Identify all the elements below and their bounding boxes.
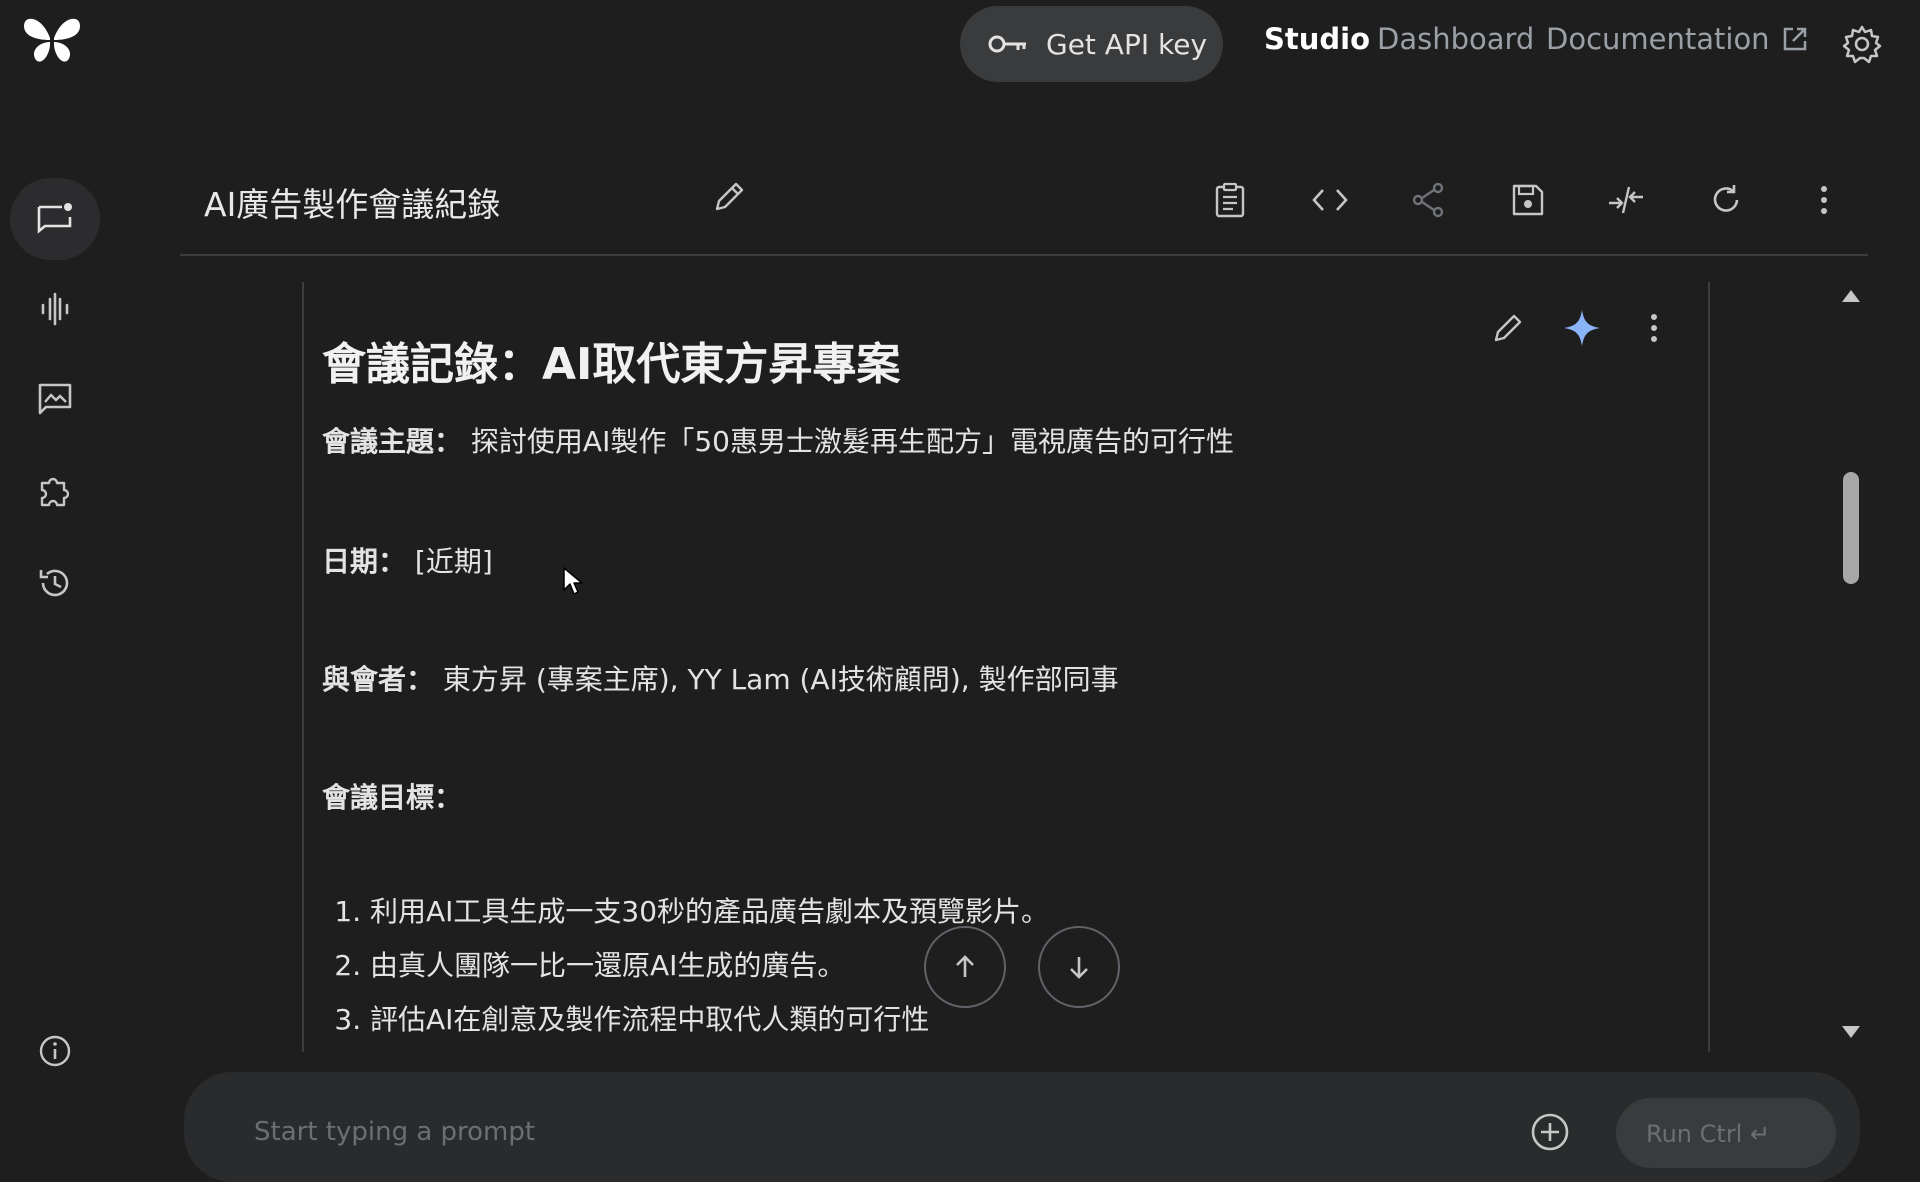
meeting-topic-label: 會議主題： [322,425,463,458]
more-vert-icon [1650,313,1658,343]
meeting-attendees-value: 東方昇 (專案主席), YY Lam (AI技術顧問), 製作部同事 [442,663,1119,696]
key-icon [988,32,1028,56]
get-code-button[interactable] [1308,178,1352,222]
meeting-attendees: 與會者： 東方昇 (專案主席), YY Lam (AI技術顧問), 製作部同事 [322,658,1622,698]
nav-documentation[interactable]: Documentation [1546,22,1808,56]
scrollbar-thumb[interactable] [1843,472,1859,584]
nav-dashboard[interactable]: Dashboard [1377,22,1534,56]
save-disk-icon [1511,183,1545,217]
share-button[interactable] [1406,178,1450,222]
reset-button[interactable] [1704,178,1748,222]
butterfly-logo-icon[interactable] [20,12,84,66]
code-icon [1312,187,1348,213]
chat-icon [36,201,74,237]
scroll-next-button[interactable] [1038,926,1120,1008]
rail-chat[interactable] [10,178,100,260]
rail-media[interactable] [10,358,100,440]
audio-waveform-icon [38,292,72,326]
meeting-topic: 會議主題： 探討使用AI製作「50惠男士激髮再生配方」電視廣告的可行性 [322,420,1622,460]
left-rail [0,140,110,1133]
prompt-input[interactable] [252,1112,1352,1152]
share-icon [1411,182,1445,218]
clipboard-button[interactable] [1208,178,1252,222]
rail-extensions[interactable] [10,450,100,532]
list-item: 利用AI工具生成一支30秒的產品廣告劇本及預覽影片。 [370,890,1622,930]
meeting-date-label: 日期： [322,545,407,578]
settings-gear-icon[interactable] [1842,24,1882,64]
more-options-button[interactable] [1802,178,1846,222]
run-button[interactable]: Run Ctrl ↵ [1616,1098,1836,1168]
nav-documentation-label: Documentation [1546,22,1770,56]
puzzle-piece-icon [37,473,73,509]
meeting-date: 日期： [近期] [322,540,1622,580]
meeting-date-value: [近期] [414,545,493,578]
save-button[interactable] [1506,178,1550,222]
list-item: 評估AI在創意及製作流程中取代人類的可行性 [370,998,1622,1038]
edit-title-pencil-icon[interactable] [712,180,746,214]
refresh-icon [1709,183,1743,217]
get-api-key-label: Get API key [1046,27,1208,61]
image-chat-icon [37,382,73,416]
top-bar: Get API key Studio Dashboard Documentati… [0,0,1920,88]
clipboard-icon [1214,182,1246,218]
scroll-previous-button[interactable] [924,926,1006,1008]
scrollbar-down-arrow-icon[interactable] [1841,1024,1861,1040]
compare-button[interactable] [1604,178,1648,222]
meeting-goals-label: 會議目標： [322,781,463,814]
arrow-down-icon [1066,954,1092,980]
rail-stream[interactable] [10,268,100,350]
response-heading: 會議記錄：AI取代東方昇專案 [322,339,901,390]
info-icon [38,1034,72,1068]
external-link-icon [1782,26,1808,52]
compare-arrows-icon [1607,185,1645,215]
scrollbar-up-arrow-icon[interactable] [1841,288,1861,304]
meeting-topic-value: 探討使用AI製作「50惠男士激髮再生配方」電視廣告的可行性 [470,425,1234,458]
nav-studio[interactable]: Studio [1264,22,1370,56]
mouse-pointer-icon [562,566,584,596]
add-media-icon[interactable] [1530,1112,1570,1152]
page-title: AI廣告製作會議紀錄 [204,185,501,224]
history-icon [37,565,73,601]
chat-content: 會議記錄：AI取代東方昇專案 會議主題： 探討使用AI製作「50惠男士激髮再生配… [302,282,1710,1052]
more-vert-icon [1820,185,1828,215]
meeting-attendees-label: 與會者： [322,663,435,696]
get-api-key-button[interactable]: Get API key [960,6,1223,82]
prompt-title-bar: AI廣告製作會議紀錄 [180,160,1868,256]
prompt-bar: Run Ctrl ↵ [184,1072,1860,1182]
arrow-up-icon [952,954,978,980]
rail-info[interactable] [10,1010,100,1092]
message-more-button[interactable] [1630,304,1678,352]
rail-history[interactable] [10,542,100,624]
